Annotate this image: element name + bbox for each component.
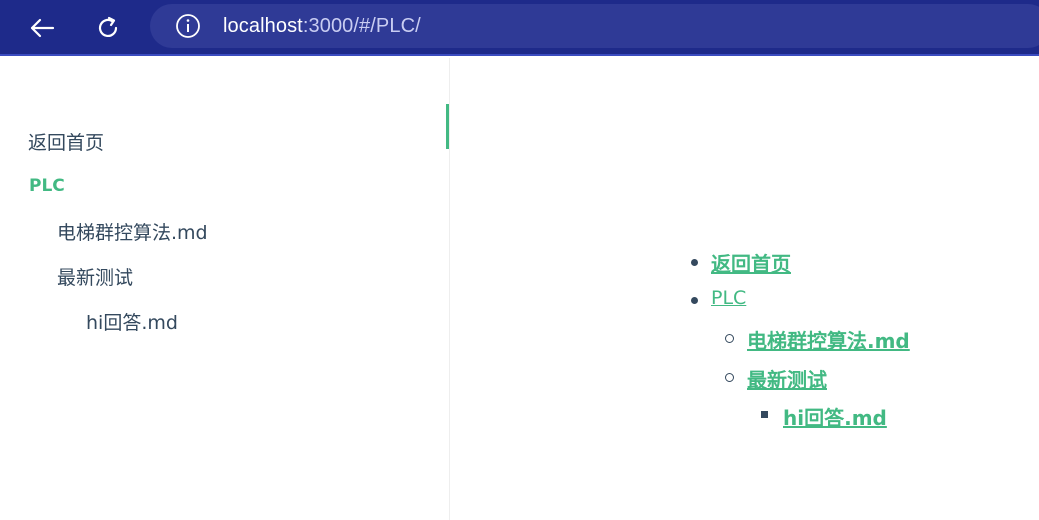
sidebar-item-latest-test[interactable]: 最新测试 (57, 263, 133, 290)
main-content: 返回首页 PLC 电梯群控算法.md 最新测试 hi回答.md (451, 58, 1039, 520)
toc-link-latest-test[interactable]: 最新测试 (747, 364, 827, 393)
sidebar: 返回首页 PLC 电梯群控算法.md 最新测试 hi回答.md (0, 58, 450, 520)
list-bullet (691, 297, 698, 304)
toc-link-hi-answer[interactable]: hi回答.md (783, 402, 887, 431)
list-bullet (761, 411, 768, 418)
info-icon[interactable] (175, 13, 201, 39)
url-host: localhost (223, 14, 303, 37)
active-item-indicator (446, 104, 449, 149)
sidebar-item-elevator-algorithm[interactable]: 电梯群控算法.md (57, 218, 208, 245)
list-bullet (725, 373, 734, 382)
url-text[interactable]: localhost:3000/#/PLC/ (223, 15, 421, 38)
list-bullet (691, 259, 698, 266)
toc-link-plc[interactable]: PLC (711, 287, 746, 309)
sidebar-item-home[interactable]: 返回首页 (28, 128, 104, 155)
sidebar-item-plc[interactable]: PLC (29, 176, 65, 196)
arrow-left-icon (30, 18, 55, 38)
reload-icon (98, 16, 118, 37)
address-bar[interactable]: localhost:3000/#/PLC/ (150, 4, 1039, 48)
toc-link-elevator-algorithm[interactable]: 电梯群控算法.md (747, 325, 910, 354)
toc-link-home[interactable]: 返回首页 (711, 248, 791, 277)
sidebar-item-hi-answer[interactable]: hi回答.md (86, 308, 178, 335)
reload-button[interactable] (88, 8, 128, 48)
browser-toolbar: localhost:3000/#/PLC/ (0, 0, 1039, 56)
back-button[interactable] (22, 8, 62, 48)
url-path: :3000/#/PLC/ (302, 14, 421, 37)
list-bullet (725, 334, 734, 343)
